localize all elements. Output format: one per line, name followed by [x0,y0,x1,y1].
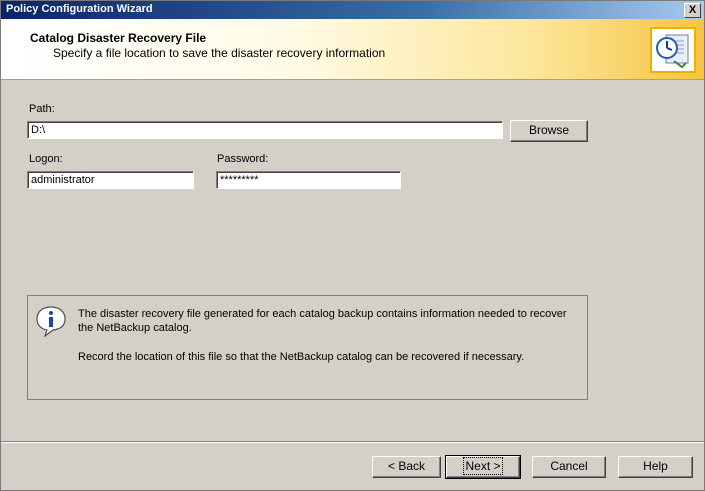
password-input[interactable] [216,171,401,189]
wizard-window: Policy Configuration Wizard X Catalog Di… [0,0,705,491]
next-button[interactable]: Next > [445,455,521,479]
footer-divider [1,441,704,443]
logon-label: Logon: [29,153,63,165]
info-panel: The disaster recovery file generated for… [27,295,588,400]
wizard-header: Catalog Disaster Recovery File Specify a… [1,19,704,80]
cancel-button-label: Cancel [550,459,588,473]
next-button-label: Next > [463,457,503,475]
window-title: Policy Configuration Wizard [6,3,153,15]
back-button[interactable]: < Back [372,456,441,478]
page-title: Catalog Disaster Recovery File [30,31,207,45]
path-label: Path: [29,103,55,115]
help-button-label: Help [643,459,668,473]
close-button[interactable]: X [684,3,701,18]
title-bar[interactable]: Policy Configuration Wizard X [1,1,704,19]
browse-button[interactable]: Browse [510,120,588,142]
page-subtitle: Specify a file location to save the disa… [53,46,386,60]
back-button-label: < Back [387,459,426,473]
logon-input[interactable] [27,171,194,189]
info-text-primary: The disaster recovery file generated for… [78,308,567,334]
help-button[interactable]: Help [618,456,693,478]
browse-button-label: Browse [528,123,569,137]
info-text-secondary: Record the location of this file so that… [78,351,525,363]
password-label: Password: [217,153,269,165]
wizard-clock-icon [650,27,696,73]
path-input[interactable] [27,121,503,139]
info-balloon-icon [35,305,67,338]
cancel-button[interactable]: Cancel [532,456,606,478]
